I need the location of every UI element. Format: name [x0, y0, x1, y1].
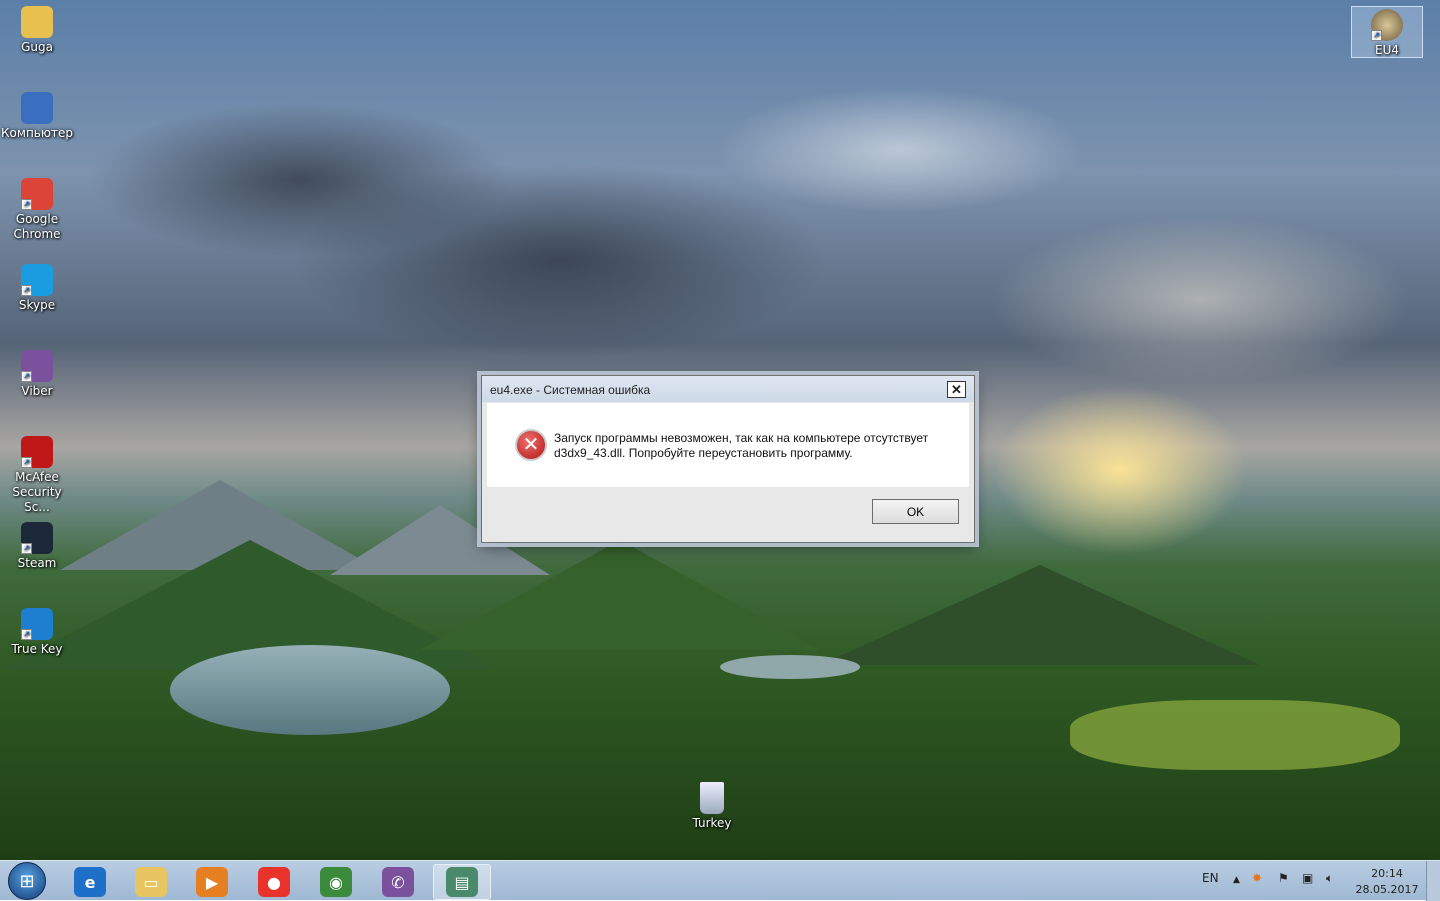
system-error-dialog: eu4.exe - Системная ошибка ✕ ✕ Запуск пр… [481, 375, 975, 543]
icon-label: Google Chrome [13, 212, 61, 241]
viber-icon: ✆ [382, 867, 414, 897]
clock-date: 28.05.2017 [1355, 883, 1419, 896]
desktop-icon-computer[interactable]: Компьютер [0, 92, 75, 141]
viber-icon: ↗ [21, 350, 53, 382]
icon-label: Steam [17, 556, 57, 570]
dialog-title-bar: eu4.exe - Системная ошибка ✕ [482, 376, 974, 402]
taskbar-app-internet-explorer[interactable]: e [64, 864, 116, 900]
dialog-body: ✕ Запуск программы невозможен, так как н… [487, 403, 969, 487]
eu4-icon: ↗ [1371, 9, 1403, 41]
icon-label: Turkey [692, 816, 732, 830]
chrome-icon: ◉ [320, 867, 352, 897]
show-desktop-button[interactable] [1426, 861, 1440, 901]
skype-icon: ↗ [21, 264, 53, 296]
icon-label: Viber [21, 384, 53, 398]
start-button[interactable]: ⊞ [8, 862, 46, 900]
desktop-icon-steam[interactable]: ↗ Steam [0, 522, 75, 571]
taskbar: ⊞ e ▭ ▶ ● ◉ ✆ ▤ EN ▲ ✸ ⚑ ▣ 🔈︎ 20:14 28.05.2017 [0, 860, 1440, 901]
lake [720, 655, 860, 679]
shortcut-arrow-icon: ↗ [21, 285, 32, 296]
dialog-title: eu4.exe - Системная ошибка [490, 383, 651, 397]
desktop-icon-skype[interactable]: ↗ Skype [0, 264, 75, 313]
shortcut-arrow-icon: ↗ [21, 629, 32, 640]
message-line: Запуск программы невозможен, так как на … [554, 431, 929, 445]
hill [820, 565, 1260, 665]
internet-explorer-icon: e [74, 867, 106, 897]
desktop-icon-mcafee[interactable]: ↗ McAfee Security Sc... [0, 436, 75, 515]
icon-label: McAfee Security Sc... [12, 470, 62, 514]
media-player-icon: ▶ [196, 867, 228, 897]
folder-icon [21, 6, 53, 38]
desktop-icon-recycle-bin[interactable]: Turkey [674, 782, 750, 831]
chrome-icon: ↗ [21, 178, 53, 210]
icon-label: EU4 [1375, 43, 1399, 57]
clock[interactable]: 20:14 28.05.2017 [1352, 866, 1422, 898]
desktop-icon-truekey[interactable]: ↗ True Key [0, 608, 75, 657]
computer-icon [21, 92, 53, 124]
taskbar-app-media-player[interactable]: ▶ [186, 864, 238, 900]
shortcut-arrow-icon: ↗ [21, 543, 32, 554]
field [1070, 700, 1400, 770]
icon-label: Guga [21, 40, 53, 54]
recycle-bin-icon [700, 782, 724, 814]
shortcut-arrow-icon: ↗ [21, 199, 32, 210]
active-window-icon: ▤ [446, 867, 478, 897]
show-hidden-icons-icon[interactable]: ▲ [1233, 875, 1240, 885]
avast-icon[interactable]: ✸ [1252, 871, 1262, 885]
desktop-icon-eu4[interactable]: ↗ EU4 [1351, 6, 1423, 58]
icon-label: Компьютер [1, 126, 73, 140]
network-icon[interactable]: ▣ [1302, 871, 1313, 885]
taskbar-app-viber[interactable]: ✆ [372, 864, 424, 900]
volume-icon[interactable]: 🔈︎ [1326, 871, 1333, 886]
shortcut-arrow-icon: ↗ [21, 457, 32, 468]
taskbar-app-chrome[interactable]: ◉ [310, 864, 362, 900]
ok-button[interactable]: OK [872, 499, 959, 524]
message-line: d3dx9_43.dll. Попробуйте переустановить … [554, 446, 853, 460]
desktop-icon-viber[interactable]: ↗ Viber [0, 350, 75, 399]
close-button[interactable]: ✕ [947, 381, 966, 398]
taskbar-app-active-window[interactable]: ▤ [433, 864, 491, 900]
gom-player-icon: ● [258, 867, 290, 897]
language-indicator[interactable]: EN [1202, 871, 1219, 885]
shortcut-arrow-icon: ↗ [21, 371, 32, 382]
hill [420, 540, 820, 650]
file-explorer-icon: ▭ [135, 867, 167, 897]
mcafee-icon: ↗ [21, 436, 53, 468]
steam-icon: ↗ [21, 522, 53, 554]
taskbar-app-file-explorer[interactable]: ▭ [125, 864, 177, 900]
error-message: Запуск программы невозможен, так как на … [554, 431, 928, 461]
truekey-icon: ↗ [21, 608, 53, 640]
taskbar-app-gom-player[interactable]: ● [248, 864, 300, 900]
action-center-flag-icon[interactable]: ⚑ [1278, 871, 1289, 885]
error-icon: ✕ [515, 429, 547, 461]
icon-label: True Key [11, 642, 63, 656]
desktop-icon-chrome[interactable]: ↗ Google Chrome [0, 178, 75, 242]
windows-logo-icon: ⊞ [19, 870, 35, 892]
icon-label: Skype [18, 298, 56, 312]
clock-time: 20:14 [1371, 867, 1403, 880]
desktop-icon-folder[interactable]: Guga [0, 6, 75, 55]
lake [170, 645, 450, 735]
